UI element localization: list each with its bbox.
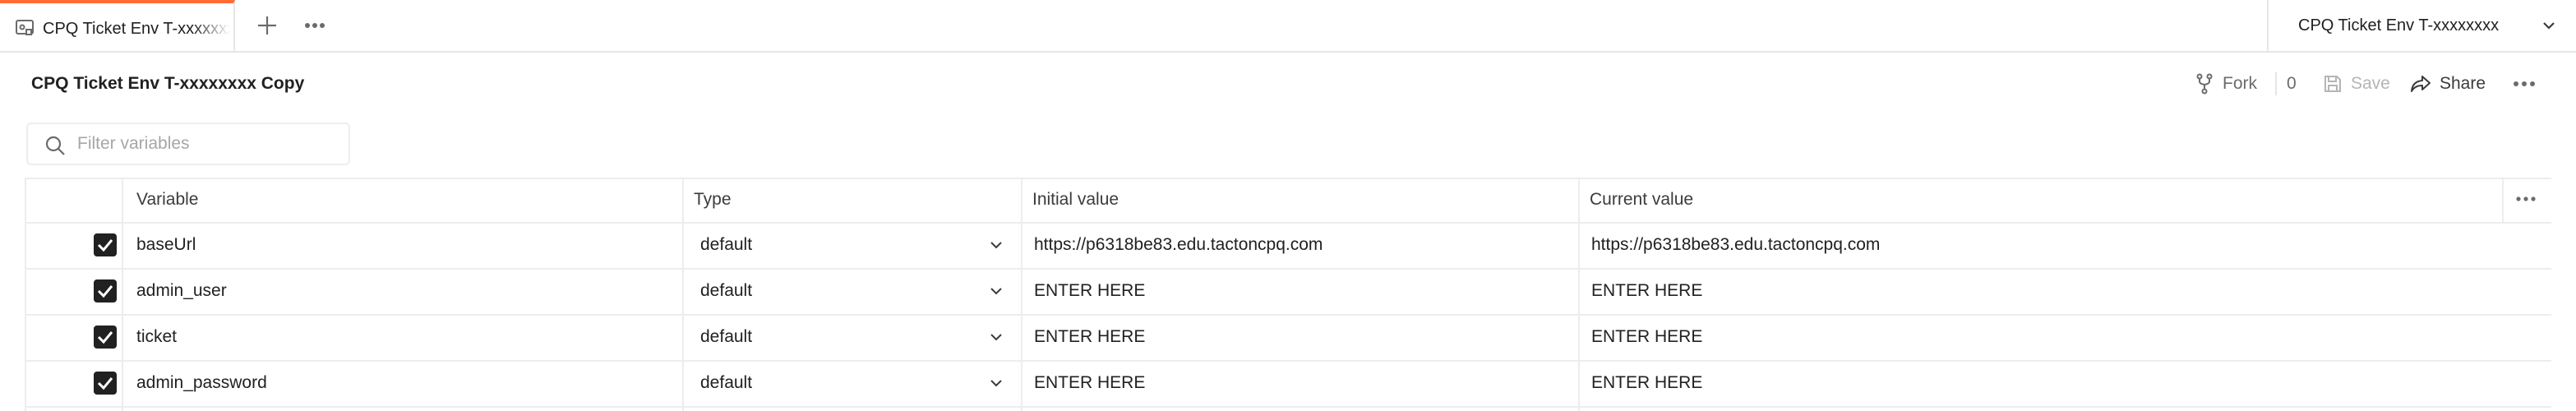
initial-value[interactable]: ENTER HERE [1034, 372, 1145, 395]
column-header-initial-value: Initial value [1032, 190, 1119, 209]
column-options-button[interactable] [2515, 191, 2537, 207]
fork-label: Fork [2223, 74, 2257, 93]
row-enabled-checkbox[interactable] [94, 233, 117, 256]
save-button[interactable]: Save [2323, 72, 2390, 95]
filter-variables-input[interactable] [77, 132, 340, 155]
share-label: Share [2440, 74, 2486, 93]
search-icon [44, 135, 66, 156]
variable-type-select[interactable]: default [700, 279, 752, 302]
more-actions-button[interactable] [2512, 74, 2537, 94]
new-tab-button[interactable] [253, 12, 281, 39]
variable-type-select[interactable]: default [700, 233, 752, 256]
row-enabled-checkbox[interactable] [94, 326, 117, 349]
initial-value[interactable]: https://p6318be83.edu.tactoncpq.com [1034, 233, 1323, 256]
variable-name[interactable]: ticket [136, 326, 177, 349]
filter-variables-box [26, 122, 350, 165]
current-value[interactable]: ENTER HERE [1591, 326, 1702, 349]
save-label: Save [2351, 74, 2390, 93]
chevron-down-icon[interactable] [988, 375, 1004, 391]
fork-icon [2195, 73, 2214, 95]
share-button[interactable]: Share [2410, 72, 2486, 95]
fork-count: 0 [2275, 72, 2297, 95]
variable-type-select[interactable]: default [700, 372, 752, 395]
variables-table: Variable Type Initial value Current valu… [25, 178, 2551, 411]
chevron-down-icon[interactable] [988, 237, 1004, 253]
tab-options-button[interactable] [301, 12, 329, 39]
chevron-down-icon[interactable] [2540, 16, 2558, 35]
column-header-variable: Variable [136, 190, 199, 209]
environment-selector[interactable]: CPQ Ticket Env T-xxxxxxxx [2298, 15, 2499, 36]
current-value[interactable]: ENTER HERE [1591, 372, 1702, 395]
column-header-type: Type [694, 190, 732, 209]
row-enabled-checkbox[interactable] [94, 279, 117, 302]
variable-type-select[interactable]: default [700, 326, 752, 349]
initial-value[interactable]: ENTER HERE [1034, 279, 1145, 302]
variable-name[interactable]: baseUrl [136, 233, 196, 256]
fork-button[interactable]: Fork [2195, 72, 2257, 95]
tab-label: CPQ Ticket Env T-xxxxxxxx Copy [43, 20, 230, 38]
current-value[interactable]: https://p6318be83.edu.tactoncpq.com [1591, 233, 1880, 256]
share-icon [2410, 74, 2431, 94]
row-enabled-checkbox[interactable] [94, 372, 117, 395]
variable-name[interactable]: admin_user [136, 279, 227, 302]
page-title: CPQ Ticket Env T-xxxxxxxx Copy [31, 74, 305, 93]
variable-name[interactable]: admin_password [136, 372, 267, 395]
tab-bar [0, 0, 2576, 53]
save-icon [2323, 74, 2343, 94]
environment-icon [15, 18, 35, 38]
current-value[interactable]: ENTER HERE [1591, 279, 1702, 302]
chevron-down-icon[interactable] [988, 283, 1004, 299]
env-divider [2267, 0, 2269, 51]
chevron-down-icon[interactable] [988, 329, 1004, 345]
column-header-current-value: Current value [1590, 190, 1694, 209]
initial-value[interactable]: ENTER HERE [1034, 326, 1145, 349]
tab-environment[interactable]: CPQ Ticket Env T-xxxxxxxx Copy [0, 0, 235, 51]
